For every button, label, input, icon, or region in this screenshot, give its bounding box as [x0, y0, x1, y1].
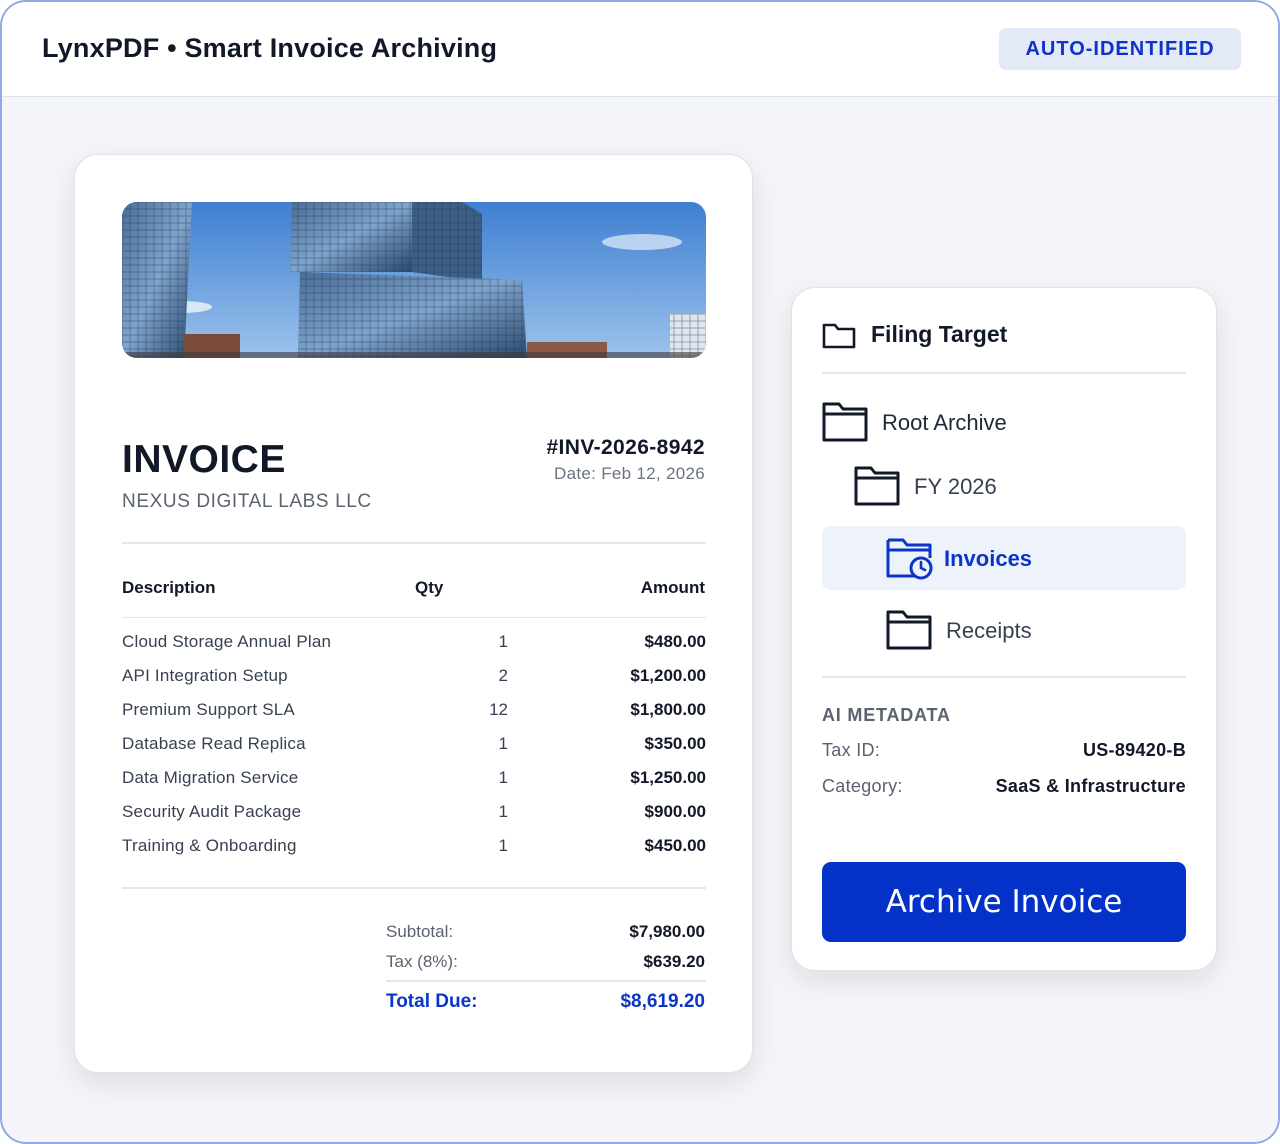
divider — [122, 887, 706, 889]
tree-item-receipts[interactable]: Receipts — [886, 608, 1186, 668]
tax-label: Tax (8%): — [386, 952, 458, 971]
total-due-value: $8,619.20 — [620, 991, 705, 1012]
divider — [122, 617, 706, 618]
item-qty: 2 — [498, 666, 508, 685]
item-qty: 1 — [498, 836, 508, 855]
item-amount: $1,200.00 — [630, 666, 706, 685]
table-row: Security Audit Package 1 $900.00 — [122, 802, 706, 826]
status-badge: AUTO-IDENTIFIED — [999, 28, 1241, 70]
tree-item-label: Root Archive — [882, 410, 1007, 435]
divider — [822, 372, 1186, 374]
divider — [822, 676, 1186, 678]
folder-icon — [854, 466, 900, 506]
divider — [122, 542, 706, 544]
item-description: API Integration Setup — [122, 666, 288, 685]
tree-item-invoices[interactable]: Invoices — [886, 536, 1186, 596]
invoice-title: INVOICE — [122, 438, 286, 481]
item-qty: 1 — [498, 802, 508, 821]
invoice-card: INVOICE NEXUS DIGITAL LABS LLC #INV-2026… — [74, 154, 753, 1073]
item-description: Data Migration Service — [122, 768, 299, 787]
archive-invoice-button[interactable]: Archive Invoice — [822, 862, 1186, 942]
table-row: Training & Onboarding 1 $450.00 — [122, 836, 706, 860]
table-row: Database Read Replica 1 $350.00 — [122, 734, 706, 758]
total-due-label: Total Due: — [386, 991, 478, 1012]
category-label: Category: — [822, 776, 903, 796]
item-amount: $480.00 — [644, 632, 706, 651]
column-header-description: Description — [122, 578, 216, 597]
item-amount: $450.00 — [644, 836, 706, 855]
folder-icon — [822, 402, 868, 442]
item-amount: $1,800.00 — [630, 700, 706, 719]
item-description: Database Read Replica — [122, 734, 306, 753]
tree-item-label: FY 2026 — [914, 474, 997, 499]
item-description: Training & Onboarding — [122, 836, 297, 855]
item-qty: 1 — [498, 632, 508, 651]
metadata-heading: AI METADATA — [822, 705, 951, 725]
office-building-photo — [122, 202, 706, 358]
item-description: Security Audit Package — [122, 802, 302, 821]
category-value: SaaS & Infrastructure — [995, 776, 1186, 796]
subtotal-label: Subtotal: — [386, 922, 454, 941]
item-qty: 1 — [498, 734, 508, 753]
item-amount: $1,250.00 — [630, 768, 706, 787]
tree-item-label: Invoices — [944, 546, 1033, 571]
tree-item-root-archive[interactable]: Root Archive — [822, 400, 1186, 460]
item-amount: $350.00 — [644, 734, 706, 753]
table-row: Data Migration Service 1 $1,250.00 — [122, 768, 706, 792]
invoice-number: #INV-2026-8942 — [546, 436, 705, 459]
tax-value: $639.20 — [643, 952, 705, 971]
tree-item-label: Receipts — [946, 618, 1032, 643]
tax-id-label: Tax ID: — [822, 740, 881, 760]
item-qty: 12 — [489, 700, 508, 719]
folder-clock-icon — [886, 538, 933, 580]
filing-target-panel: Filing Target Root Archive FY 2026 Invoi… — [791, 287, 1217, 971]
vendor-name: NEXUS DIGITAL LABS LLC — [122, 491, 372, 512]
item-description: Cloud Storage Annual Plan — [122, 632, 332, 651]
tree-item-fy-2026[interactable]: FY 2026 — [854, 464, 1186, 524]
item-qty: 1 — [498, 768, 508, 787]
table-row: Cloud Storage Annual Plan 1 $480.00 — [122, 632, 706, 656]
column-header-qty: Qty — [415, 578, 444, 597]
app-title: LynxPDF • Smart Invoice Archiving — [42, 33, 498, 63]
header-bar: LynxPDF • Smart Invoice Archiving AUTO-I… — [2, 2, 1278, 97]
subtotal-value: $7,980.00 — [629, 922, 705, 941]
column-header-amount: Amount — [640, 578, 705, 597]
table-row: API Integration Setup 2 $1,200.00 — [122, 666, 706, 690]
folder-icon — [886, 610, 932, 650]
item-description: Premium Support SLA — [122, 700, 295, 719]
app-window: LynxPDF • Smart Invoice Archiving AUTO-I… — [0, 0, 1280, 1144]
panel-title: Filing Target — [871, 321, 1008, 347]
folder-outline-icon — [822, 321, 856, 354]
divider — [386, 980, 706, 982]
item-amount: $900.00 — [644, 802, 706, 821]
table-row: Premium Support SLA 12 $1,800.00 — [122, 700, 706, 724]
invoice-date: Date: Feb 12, 2026 — [554, 464, 705, 483]
tax-id-value: US-89420-B — [1082, 740, 1186, 760]
